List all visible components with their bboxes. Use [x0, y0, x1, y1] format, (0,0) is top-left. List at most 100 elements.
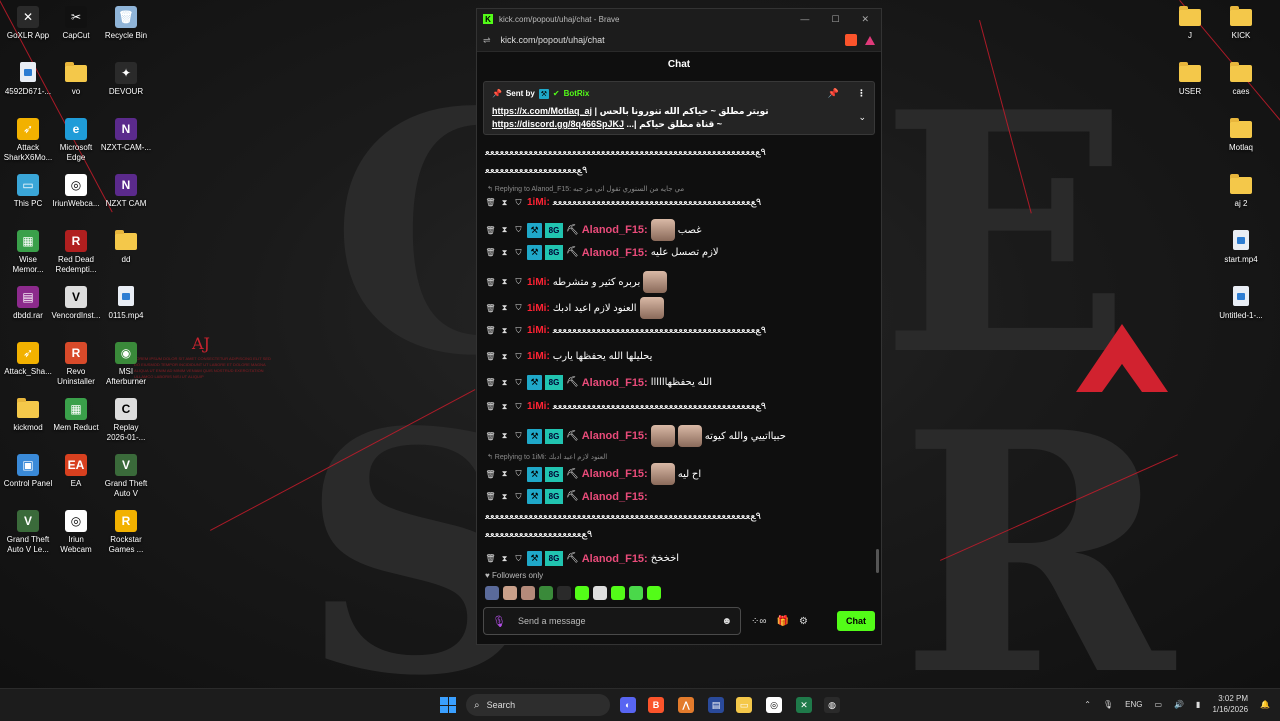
timeout-icon[interactable]: ⧗: [499, 352, 510, 362]
ban-icon[interactable]: ⛉: [513, 198, 524, 208]
address-bar[interactable]: ⇌ kick.com/popout/uhaj/chat: [477, 29, 881, 52]
timeout-icon[interactable]: ⧗: [499, 402, 510, 412]
brave-shields-icon[interactable]: [845, 34, 857, 46]
kicks-icon[interactable]: ⁘∞: [751, 616, 767, 627]
emote-button[interactable]: [539, 586, 553, 600]
chat-scrollbar[interactable]: [876, 549, 879, 573]
taskbar-search-label[interactable]: Search: [487, 700, 516, 710]
delete-icon[interactable]: 🗑: [485, 304, 496, 313]
microphone-tray-icon[interactable]: 🎙: [1103, 700, 1113, 709]
desktop-icon[interactable]: start.mp4: [1213, 230, 1269, 265]
notifications-icon[interactable]: 🔔: [1260, 700, 1270, 709]
desktop-icon[interactable]: KICK: [1213, 6, 1269, 41]
pin-icon[interactable]: 📌: [828, 88, 839, 99]
delete-icon[interactable]: 🗑: [485, 326, 496, 335]
minimize-icon[interactable]: —: [800, 14, 809, 25]
emote-button[interactable]: [521, 586, 535, 600]
microphone-icon[interactable]: 🎙: [492, 615, 506, 628]
ban-icon[interactable]: ⛉: [513, 378, 524, 388]
reply-context[interactable]: ↰ Replying to 1iMi: العنود لازم اعيد ادب…: [487, 453, 607, 461]
desktop-icon[interactable]: C Replay 2026-01-...: [98, 398, 154, 443]
desktop-icon[interactable]: ✦ DEVOUR: [98, 62, 154, 97]
desktop-icon[interactable]: vo: [48, 62, 104, 97]
desktop-icon[interactable]: ▦ Mem Reduct: [48, 398, 104, 433]
timeout-icon[interactable]: ⧗: [499, 469, 510, 479]
discord-icon[interactable]: ◐: [620, 697, 636, 713]
chat-message[interactable]: 🗑 ⧗ ⛉ ⚒ 8G ⛏ Alanod_F15: حبيااتييي والله كيو…: [485, 425, 865, 447]
language-label[interactable]: ENG: [1125, 700, 1142, 709]
delete-icon[interactable]: 🗑: [485, 378, 496, 387]
timeout-icon[interactable]: ⧗: [499, 378, 510, 388]
brave-icon[interactable]: B: [648, 697, 664, 713]
ban-icon[interactable]: ⛉: [513, 431, 524, 441]
username[interactable]: 1iMi:: [527, 303, 550, 314]
emote-button[interactable]: [575, 586, 589, 600]
desktop-icon[interactable]: Untitled-1-...: [1213, 286, 1269, 321]
emoji-icon[interactable]: ☻: [721, 616, 732, 627]
delete-icon[interactable]: 🗑: [485, 198, 496, 207]
desktop-icon[interactable]: R Rockstar Games ...: [98, 510, 154, 555]
username[interactable]: 1iMi:: [527, 351, 550, 362]
send-chat-button[interactable]: Chat: [837, 611, 875, 631]
desktop-icon[interactable]: EA EA: [48, 454, 104, 489]
delete-icon[interactable]: 🗑: [485, 554, 496, 563]
expand-chevron-icon[interactable]: ⌄: [858, 112, 866, 123]
desktop-icon[interactable]: V Grand Theft Auto V: [98, 454, 154, 499]
message-input[interactable]: 🎙 Send a message ☻: [483, 607, 741, 635]
ban-icon[interactable]: ⛉: [513, 492, 524, 502]
timeout-icon[interactable]: ⧗: [499, 303, 510, 313]
ban-icon[interactable]: ⛉: [513, 554, 524, 564]
chat-message[interactable]: 🗑 ⧗ ⛉ 1iMi: بربره كثير و متشرطه: [485, 271, 865, 293]
discord-link[interactable]: https://discord.gg/8q466SpJKJ: [492, 119, 624, 129]
username[interactable]: Alanod_F15:: [582, 247, 648, 259]
desktop-icon[interactable]: USER: [1162, 62, 1218, 97]
desktop-icon[interactable]: aj 2: [1213, 174, 1269, 209]
settings-gear-icon[interactable]: ⚙: [799, 616, 808, 627]
timeout-icon[interactable]: ⧗: [499, 277, 510, 287]
username[interactable]: 1iMi:: [527, 277, 550, 288]
reply-context[interactable]: ↰ Replying to Alanod_F15: مي جايه من الس…: [487, 185, 684, 193]
iriun-icon[interactable]: ◎: [766, 697, 782, 713]
ban-icon[interactable]: ⛉: [513, 402, 524, 412]
desktop-icon[interactable]: V VencordInst...: [48, 286, 104, 321]
chat-message[interactable]: 🗑 ⧗ ⛉ ⚒ 8G ⛏ Alanod_F15: غصب: [485, 219, 865, 241]
desktop-icon[interactable]: R Red Dead Redempti...: [48, 230, 104, 275]
chat-message[interactable]: 🗑 ⧗ ⛉ ⚒ 8G ⛏ Alanod_F15: اح ليه: [485, 463, 865, 485]
emote-button[interactable]: [629, 586, 643, 600]
clock[interactable]: 3:02 PM 1/16/2026: [1212, 693, 1248, 715]
obs-icon[interactable]: ◍: [824, 697, 840, 713]
chat-message[interactable]: 🗑 ⧗ ⛉ 1iMi: يحليلها الله يحفظها يارب: [485, 351, 865, 362]
delete-icon[interactable]: 🗑: [485, 278, 496, 287]
battery-icon[interactable]: ▮: [1196, 700, 1200, 709]
chat-message[interactable]: 🗑 ⧗ ⛉ ⚒ 8G ⛏ Alanod_F15: الله يحفظهاااااا: [485, 375, 865, 390]
desktop-icon[interactable]: 🗑 Recycle Bin: [98, 6, 154, 41]
timeout-icon[interactable]: ⧗: [499, 225, 510, 235]
outlook-icon[interactable]: ▤: [708, 697, 724, 713]
desktop-icon[interactable]: ✂ CapCut: [48, 6, 104, 41]
username[interactable]: Alanod_F15:: [582, 553, 648, 565]
ban-icon[interactable]: ⛉: [513, 225, 524, 235]
desktop-icon[interactable]: ◉ MSI Afterburner: [98, 342, 154, 387]
desktop-icon[interactable]: e Microsoft Edge: [48, 118, 104, 163]
desktop-icon[interactable]: caes: [1213, 62, 1269, 97]
timeout-icon[interactable]: ⧗: [499, 326, 510, 336]
timeout-icon[interactable]: ⧗: [499, 431, 510, 441]
username[interactable]: 1iMi:: [527, 401, 550, 412]
timeout-icon[interactable]: ⧗: [499, 492, 510, 502]
timeout-icon[interactable]: ⧗: [499, 554, 510, 564]
site-settings-icon[interactable]: ⇌: [483, 35, 491, 46]
chat-message[interactable]: 🗑 ⧗ ⛉ ⚒ 8G ⛏ Alanod_F15:: [485, 489, 865, 504]
username[interactable]: 1iMi:: [527, 325, 550, 336]
desktop-icon[interactable]: N NZXT-CAM-...: [98, 118, 154, 153]
network-icon[interactable]: ▭: [1155, 700, 1163, 709]
chat-message[interactable]: 🗑 ⧗ ⛉ 1iMi: ٩ﻊﻌﻌﻌﻌﻌﻌﻌﻌﻌﻌﻌﻌﻌﻌﻌﻌﻌﻌﻌﻌﻌﻌﻌﻌﻌﻌﻌﻌ…: [485, 197, 865, 208]
file-explorer-icon[interactable]: ▭: [736, 697, 752, 713]
timeout-icon[interactable]: ⧗: [499, 248, 510, 258]
chat-message[interactable]: 🗑 ⧗ ⛉ 1iMi: العنود لازم اعيد ادبك: [485, 297, 865, 319]
taskbar-search[interactable]: ⌕ Search: [466, 694, 610, 716]
delete-icon[interactable]: 🗑: [485, 492, 496, 501]
chat-message[interactable]: 🗑 ⧗ ⛉ ⚒ 8G ⛏ Alanod_F15: لازم تصسل عليه: [485, 245, 865, 260]
username[interactable]: Alanod_F15:: [582, 468, 648, 480]
chat-message[interactable]: 🗑 ⧗ ⛉ 1iMi: ٩ﻊﻌﻌﻌﻌﻌﻌﻌﻌﻌﻌﻌﻌﻌﻌﻌﻌﻌﻌﻌﻌﻌﻌﻌﻌﻌﻌﻌﻌ…: [485, 401, 865, 412]
url-text[interactable]: kick.com/popout/uhaj/chat: [501, 35, 605, 45]
